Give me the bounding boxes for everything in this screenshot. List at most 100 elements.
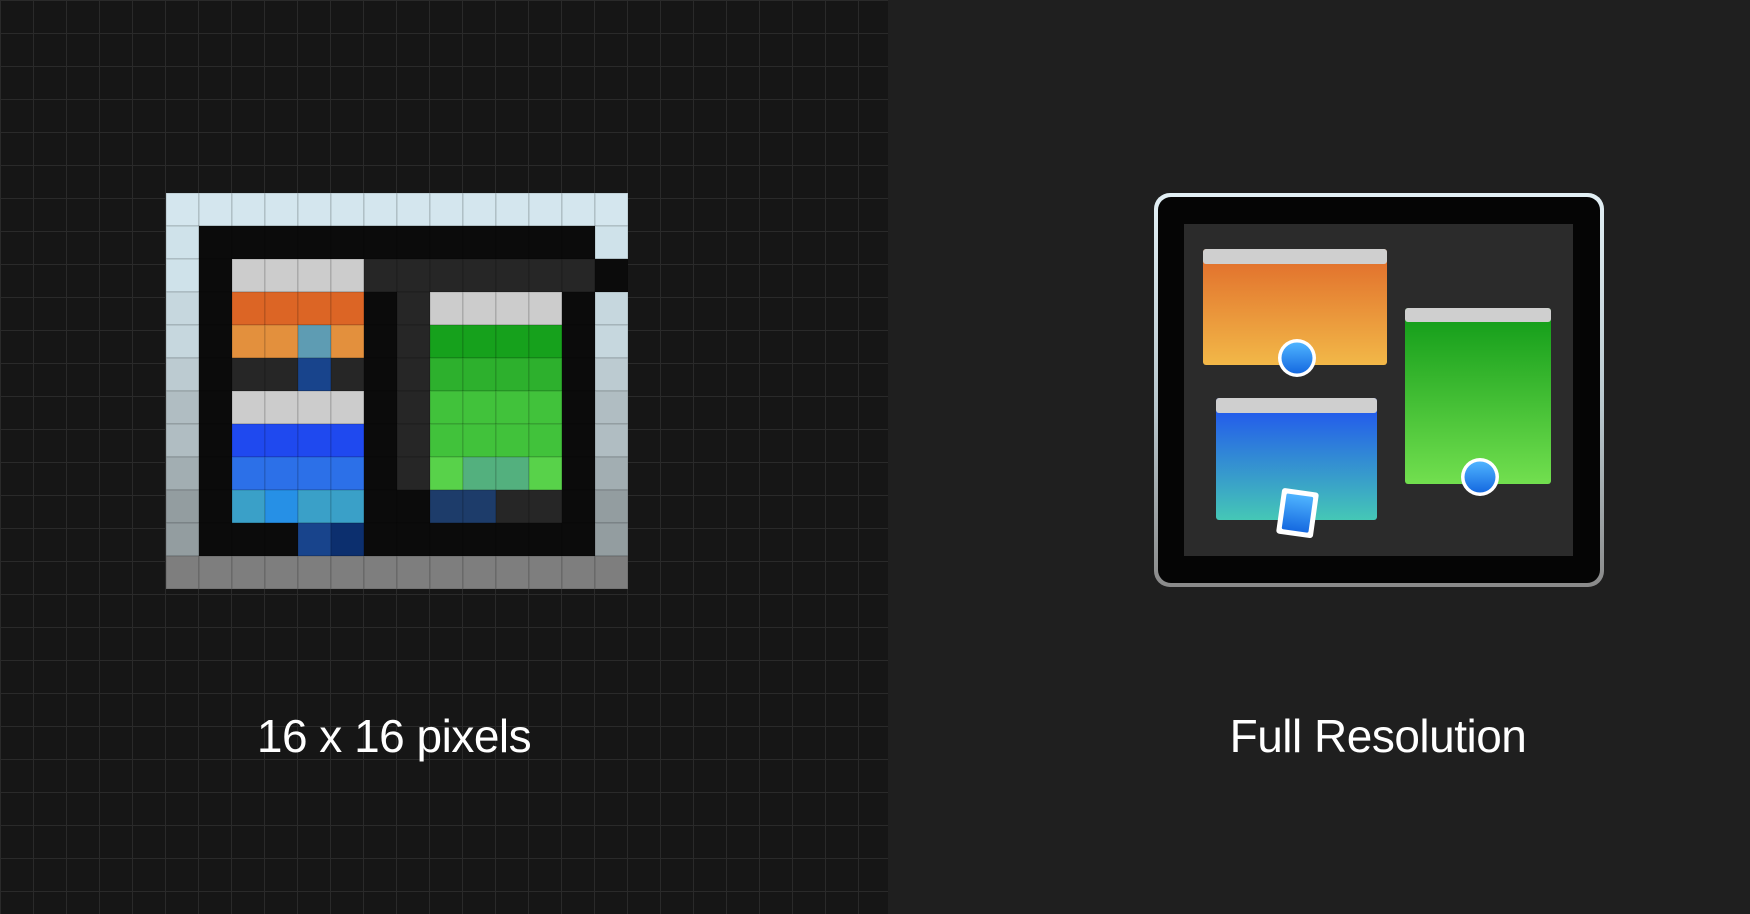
- icon-pixel: [594, 193, 628, 227]
- icon-pixel: [594, 258, 628, 293]
- icon-pixel: [495, 324, 530, 359]
- icon-pixel: [363, 258, 398, 293]
- icon-pixel: [330, 456, 365, 491]
- icon-pixel: [561, 456, 596, 491]
- icon-pixel: [462, 555, 497, 589]
- icon-pixel: [396, 390, 431, 425]
- icon-pixel: [297, 291, 332, 326]
- icon-pixel: [396, 489, 431, 524]
- icon-pixel: [264, 324, 299, 359]
- icon-pixel: [495, 225, 530, 260]
- icon-pixel: [528, 193, 563, 227]
- icon-pixel: [264, 456, 299, 491]
- icon-pixel: [528, 225, 563, 260]
- icon-pixel: [363, 357, 398, 392]
- icon-pixel: [330, 390, 365, 425]
- icon-pixel: [396, 357, 431, 392]
- icon-pixel: [231, 555, 266, 589]
- icon-pixel: [297, 522, 332, 557]
- icon-pixel: [330, 489, 365, 524]
- icon-pixel: [264, 489, 299, 524]
- icon-pixel: [363, 423, 398, 458]
- icon-pixel: [528, 357, 563, 392]
- icon-pixel: [198, 258, 233, 293]
- icon-pixel: [594, 555, 628, 589]
- icon-pixel: [528, 390, 563, 425]
- icon-pixel: [429, 193, 464, 227]
- icon-pixel: [396, 291, 431, 326]
- icon-pixel: [495, 456, 530, 491]
- icon-pixel: [297, 423, 332, 458]
- icon-pixel: [231, 357, 266, 392]
- icon-pixel: [594, 522, 628, 557]
- icon-pixel: [429, 555, 464, 589]
- icon-pixel: [166, 423, 200, 458]
- icon-pixel: [495, 522, 530, 557]
- pixel-caption: 16 x 16 pixels: [256, 710, 532, 762]
- icon-pixel: [495, 489, 530, 524]
- icon-pixel: [594, 324, 628, 359]
- icon-pixel: [166, 555, 200, 589]
- icon-pixel: [330, 555, 365, 589]
- icon-pixel: [363, 522, 398, 557]
- icon-pixel: [429, 423, 464, 458]
- icon-pixel: [495, 423, 530, 458]
- icon-pixel: [166, 324, 200, 359]
- blue-window-title-bar: [1216, 398, 1377, 413]
- icon-pixel: [495, 258, 530, 293]
- icon-pixel: [396, 555, 431, 589]
- icon-pixel: [231, 193, 266, 227]
- icon-pixel: [166, 291, 200, 326]
- icon-pixel: [264, 555, 299, 589]
- icon-pixel: [363, 555, 398, 589]
- icon-pixel: [429, 357, 464, 392]
- icon-pixel: [495, 390, 530, 425]
- icon-pixel: [561, 555, 596, 589]
- icon-pixel: [198, 489, 233, 524]
- icon-pixel: [231, 324, 266, 359]
- comparison-stage: 16 x 16 pixels Full Resolution: [0, 0, 1750, 914]
- icon-pixel: [429, 522, 464, 557]
- icon-pixel: [297, 193, 332, 227]
- icon-pixel: [429, 291, 464, 326]
- icon-pixel: [198, 456, 233, 491]
- icon-pixel: [561, 522, 596, 557]
- icon-pixel: [297, 225, 332, 260]
- icon-pixel: [528, 423, 563, 458]
- icon-pixel: [297, 357, 332, 392]
- icon-pixel: [396, 324, 431, 359]
- icon-pixel: [330, 258, 365, 293]
- icon-pixel: [297, 258, 332, 293]
- icon-pixel: [594, 489, 628, 524]
- icon-pixel: [528, 456, 563, 491]
- icon-pixel: [528, 291, 563, 326]
- icon-pixel: [330, 357, 365, 392]
- icon-pixel: [561, 390, 596, 425]
- icon-pixel: [429, 456, 464, 491]
- icon-pixel: [231, 258, 266, 293]
- icon-pixel: [231, 225, 266, 260]
- icon-pixel: [429, 324, 464, 359]
- icon-pixel: [528, 522, 563, 557]
- icon-pixel: [198, 555, 233, 589]
- icon-pixel: [330, 291, 365, 326]
- icon-pixel: [429, 258, 464, 293]
- icon-pixel: [198, 291, 233, 326]
- icon-pixel: [462, 489, 497, 524]
- icon-pixel: [594, 291, 628, 326]
- icon-pixel: [166, 193, 200, 227]
- icon-pixel: [264, 193, 299, 227]
- icon-pixel: [396, 522, 431, 557]
- icon-pixel: [198, 423, 233, 458]
- icon-pixel: [429, 225, 464, 260]
- icon-pixel: [166, 357, 200, 392]
- icon-pixel: [396, 225, 431, 260]
- icon-pixel: [231, 291, 266, 326]
- green-window-title-bar: [1405, 308, 1551, 322]
- icon-pixel: [297, 555, 332, 589]
- icon-pixel: [297, 324, 332, 359]
- icon-pixel: [264, 390, 299, 425]
- icon-pixel: [264, 522, 299, 557]
- icon-pixel: [561, 489, 596, 524]
- icon-pixel: [264, 291, 299, 326]
